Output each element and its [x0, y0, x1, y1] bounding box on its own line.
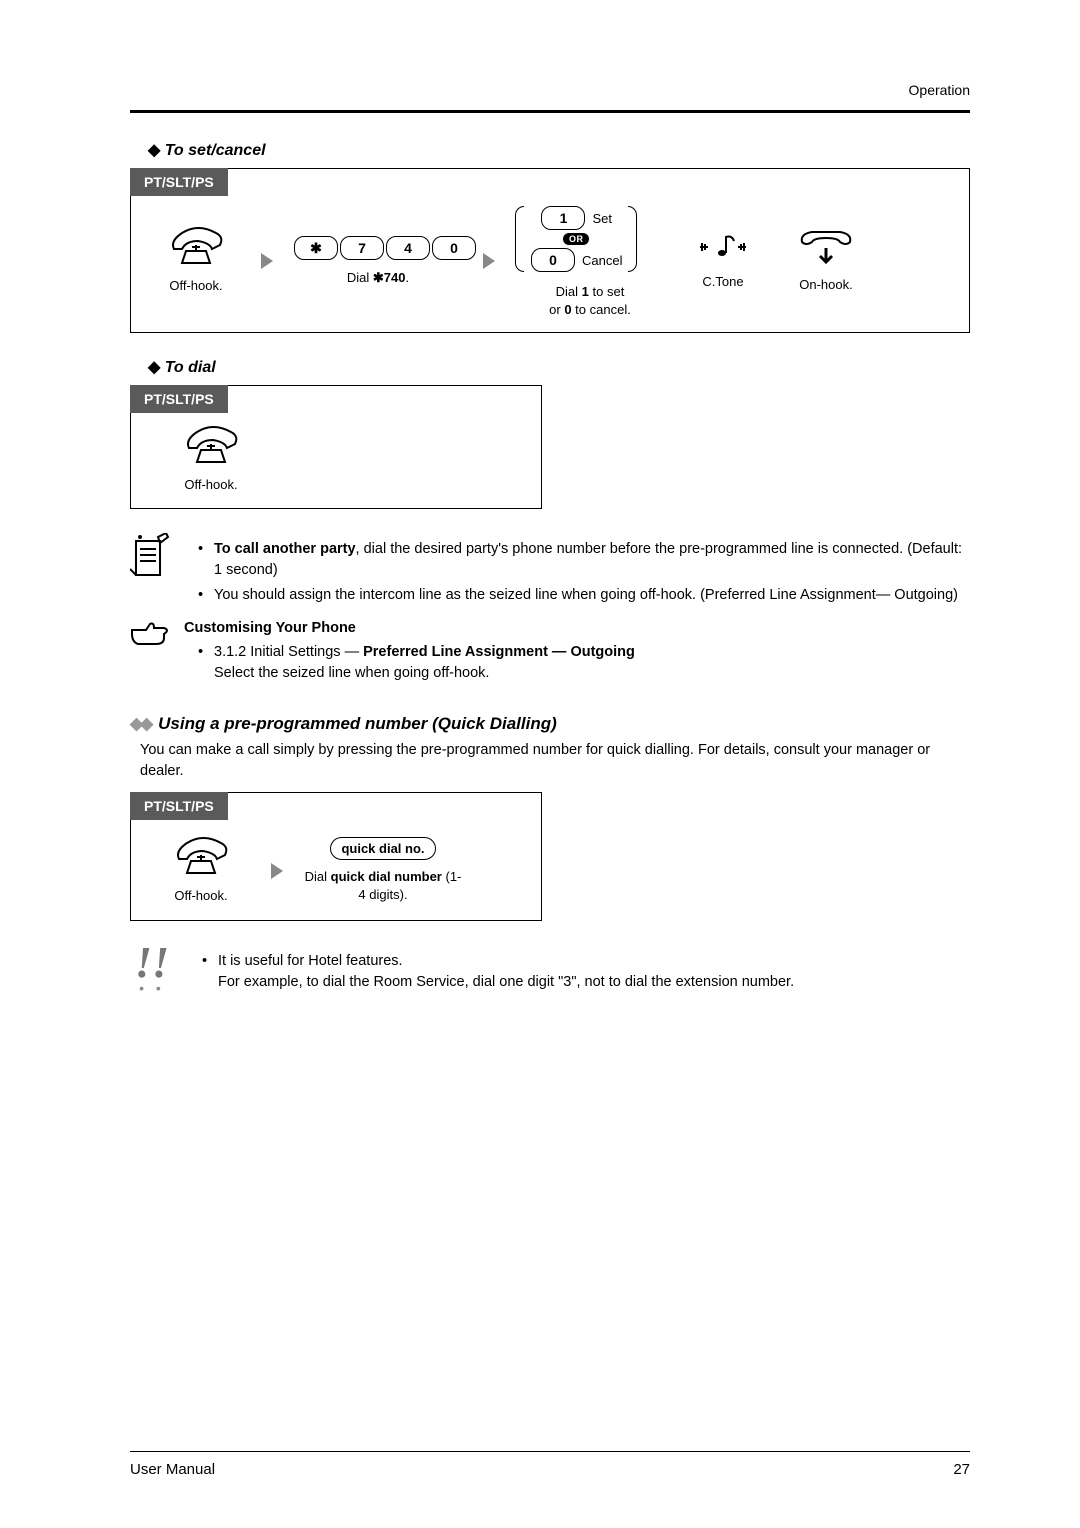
- notepad-icon: [130, 533, 170, 579]
- procedure-box-2: PT/SLT/PS Off-hook.: [130, 385, 542, 509]
- section-heading-text: Using a pre-programmed number (Quick Dia…: [158, 714, 557, 734]
- section-heading-quick-dialling: ◆◆ Using a pre-programmed number (Quick …: [130, 714, 970, 734]
- onhook-caption: On-hook.: [781, 276, 871, 294]
- choice-set: 1 Set: [540, 205, 612, 231]
- step-choice: 1 Set OR 0 Cancel Dial 1 to set: [515, 203, 665, 318]
- note-item: To call another party, dial the desired …: [194, 539, 970, 581]
- step-offhook: Off-hook.: [151, 426, 271, 494]
- header-section: Operation: [909, 82, 970, 98]
- notes-block: To call another party, dial the desired …: [130, 533, 970, 612]
- key-7: 7: [340, 236, 384, 260]
- step-quick-dial: quick dial no. Dial quick dial number (1…: [303, 837, 463, 903]
- step-dial-740: ✱740 Dial ✱740.: [293, 235, 463, 287]
- offhook-caption: Off-hook.: [151, 887, 251, 905]
- diamond-icon: ◆◆: [130, 714, 150, 734]
- step-offhook: Off-hook.: [151, 227, 241, 295]
- choice-cancel: 0 Cancel: [530, 247, 622, 273]
- page-number: 27: [953, 1461, 970, 1478]
- procedure-box-3: PT/SLT/PS Off-hook. quick dial no. Dial …: [130, 792, 542, 922]
- footer-title: User Manual: [130, 1461, 215, 1478]
- header-rule: [130, 110, 970, 113]
- notes-list: To call another party, dial the desired …: [184, 539, 970, 606]
- page: Operation To set/cancel PT/SLT/PS Off-ho…: [0, 0, 1080, 1528]
- cancel-label: Cancel: [582, 253, 622, 268]
- subheading-set-cancel: To set/cancel: [148, 140, 970, 160]
- bracket-right: [628, 206, 637, 272]
- step-onhook: On-hook.: [781, 228, 871, 294]
- tip-item: It is useful for Hotel features. For exa…: [198, 951, 970, 993]
- arrow-icon: [271, 863, 283, 879]
- set-label: Set: [592, 211, 612, 226]
- step-ctone: C.Tone: [683, 231, 763, 291]
- onhook-icon: [796, 228, 856, 268]
- dial-caption: Dial ✱740.: [293, 269, 463, 287]
- procedure-tab: PT/SLT/PS: [130, 168, 228, 196]
- choice-bracket: 1 Set OR 0 Cancel: [515, 203, 665, 275]
- key-star: ✱: [294, 236, 338, 260]
- key-4: 4: [386, 236, 430, 260]
- subheading-dial: To dial: [148, 357, 970, 377]
- pointing-hand-icon: [130, 620, 170, 648]
- procedure-tab: PT/SLT/PS: [130, 792, 228, 820]
- customising-block: Customising Your Phone 3.1.2 Initial Set…: [130, 620, 970, 690]
- procedure-tab: PT/SLT/PS: [130, 385, 228, 413]
- tip-list: It is useful for Hotel features. For exa…: [188, 951, 970, 993]
- offhook-caption: Off-hook.: [151, 476, 271, 494]
- procedure-box-1: PT/SLT/PS Off-hook. ✱740: [130, 168, 970, 333]
- offhook-icon: [173, 837, 229, 879]
- customising-item: 3.1.2 Initial Settings — Preferred Line …: [194, 642, 970, 684]
- tip-text: It is useful for Hotel features. For exa…: [188, 945, 970, 999]
- arrow-icon: [261, 253, 273, 269]
- customising-heading: Customising Your Phone: [184, 620, 970, 636]
- step-offhook: Off-hook.: [151, 837, 251, 905]
- dial-keys: ✱740: [293, 235, 463, 262]
- tip-block: !! • • It is useful for Hotel features. …: [130, 945, 970, 999]
- key-0-cancel: 0: [531, 248, 575, 272]
- flow-row: Off-hook. ✱740 Dial ✱740.: [151, 203, 949, 318]
- key-1: 1: [541, 206, 585, 230]
- section-paragraph: You can make a call simply by pressing t…: [140, 740, 970, 782]
- or-pill: OR: [563, 233, 590, 245]
- offhook-icon: [183, 426, 239, 468]
- arrow-icon: [483, 253, 495, 269]
- choice-options: 1 Set OR 0 Cancel: [524, 203, 628, 275]
- ctone-caption: C.Tone: [683, 273, 763, 291]
- quick-dial-pill: quick dial no.: [330, 837, 435, 860]
- offhook-caption: Off-hook.: [151, 277, 241, 295]
- music-note-icon: [698, 231, 748, 265]
- flow-row: Off-hook. quick dial no. Dial quick dial…: [151, 837, 521, 905]
- note-item: You should assign the intercom line as t…: [194, 585, 970, 606]
- content: To set/cancel PT/SLT/PS Off-hook. ✱740: [130, 140, 970, 999]
- offhook-icon: [168, 227, 224, 269]
- quick-dial-caption: Dial quick dial number (1-4 digits).: [303, 868, 463, 903]
- customising-list: 3.1.2 Initial Settings — Preferred Line …: [184, 642, 970, 684]
- key-0: 0: [432, 236, 476, 260]
- choice-caption: Dial 1 to set or 0 to cancel.: [515, 283, 665, 318]
- footer-rule: [130, 1451, 970, 1452]
- notes-text: To call another party, dial the desired …: [184, 533, 970, 612]
- customising-text: Customising Your Phone 3.1.2 Initial Set…: [184, 620, 970, 690]
- exclamation-icon: !! • •: [130, 945, 174, 996]
- bracket-left: [515, 206, 524, 272]
